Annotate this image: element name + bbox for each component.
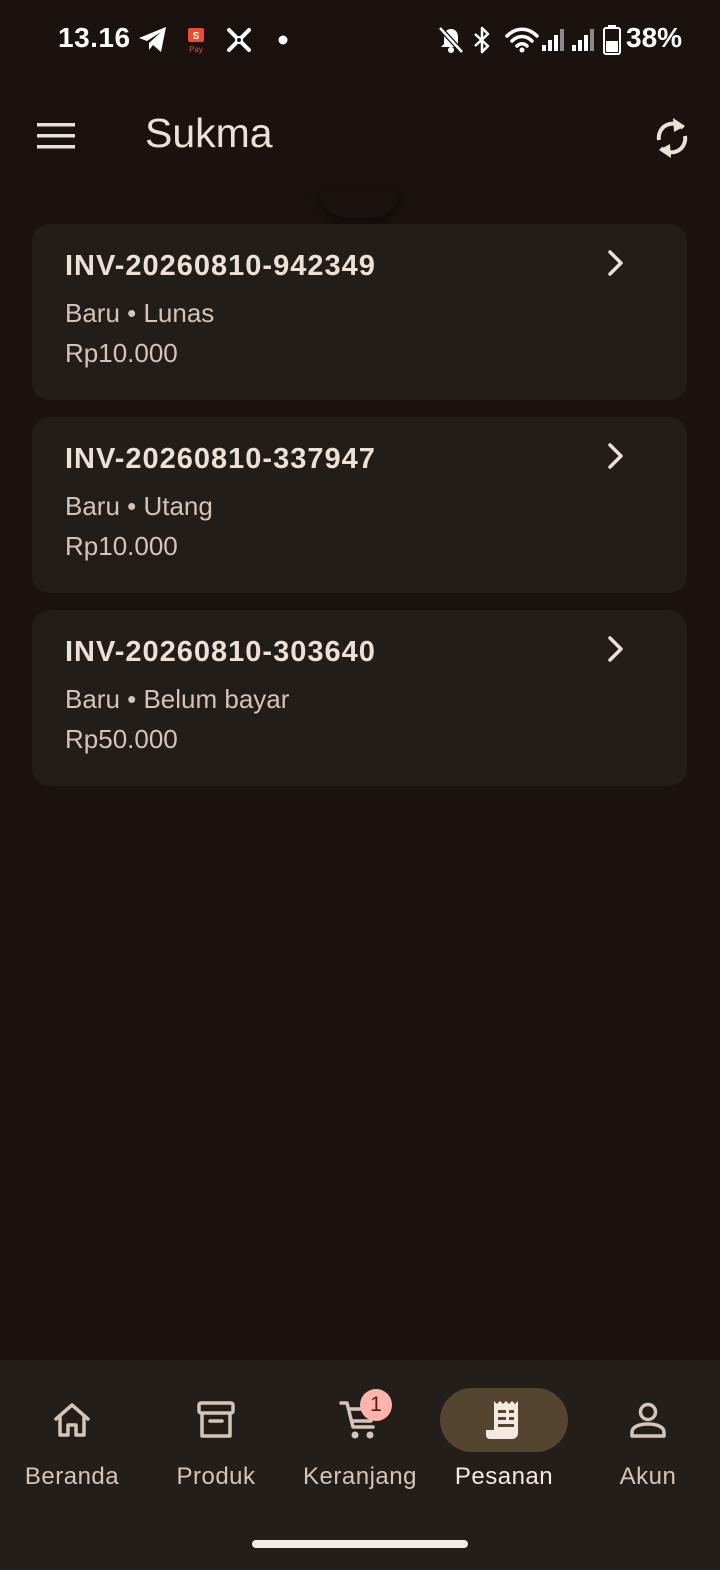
order-card[interactable]: INV-20260810-942349 Baru • Lunas Rp10.00… — [32, 224, 687, 400]
nav-icon-container — [584, 1388, 712, 1452]
svg-text:S: S — [193, 31, 200, 42]
archive-icon — [197, 1401, 235, 1438]
refresh-button[interactable] — [644, 110, 700, 166]
signal-icon — [572, 29, 594, 51]
nav-icon-container — [152, 1388, 280, 1452]
nav-label: Produk — [176, 1463, 256, 1490]
menu-icon — [37, 123, 75, 149]
home-icon — [54, 1403, 90, 1437]
order-card[interactable]: INV-20260810-337947 Baru • Utang Rp10.00… — [32, 417, 687, 593]
chevron-right-icon — [608, 636, 623, 662]
order-invoice-number: INV-20260810-942349 — [65, 250, 376, 282]
chevron-right-icon — [608, 250, 623, 276]
pull-refresh-indicator — [318, 188, 400, 218]
shopeepay-icon: S Pay — [188, 28, 204, 54]
nav-label: Pesanan — [454, 1463, 554, 1490]
status-time: 13.16 — [58, 22, 131, 53]
nav-item-keranjang[interactable]: Keranjang — [288, 1360, 432, 1510]
nav-item-pesanan[interactable]: Pesanan — [432, 1360, 576, 1510]
chevron-right-icon — [608, 443, 623, 469]
bluetooth-icon — [474, 26, 490, 54]
order-list: INV-20260810-942349 Baru • Lunas Rp10.00… — [32, 224, 687, 803]
order-card[interactable]: INV-20260810-303640 Baru • Belum bayar R… — [32, 610, 687, 786]
home-indicator[interactable] — [252, 1540, 468, 1548]
app-bar: Sukma — [0, 80, 720, 190]
nav-icon-container — [296, 1388, 424, 1452]
person-icon — [630, 1402, 666, 1438]
nav-label: Beranda — [24, 1463, 120, 1490]
order-amount: Rp10.000 — [65, 338, 178, 368]
nav-label: Akun — [619, 1463, 677, 1490]
battery-icon — [603, 25, 621, 55]
nav-label: Keranjang — [303, 1463, 417, 1490]
status-bar: 13.16 S Pay 38% — [0, 0, 720, 80]
receipt-icon — [486, 1401, 518, 1439]
telegram-icon — [139, 27, 166, 52]
order-amount: Rp50.000 — [65, 724, 178, 754]
nav-active-indicator — [440, 1388, 568, 1452]
battery-percentage: 38% — [626, 22, 683, 53]
order-status: Baru • Belum bayar — [65, 684, 290, 714]
dot-icon — [278, 35, 288, 45]
bell-off-icon — [438, 26, 464, 54]
order-invoice-number: INV-20260810-303640 — [65, 636, 376, 668]
nav-item-akun[interactable]: Akun — [576, 1360, 720, 1510]
page-title: Sukma — [145, 110, 273, 156]
nav-item-produk[interactable]: Produk — [144, 1360, 288, 1510]
refresh-icon — [656, 118, 688, 158]
nav-item-beranda[interactable]: Beranda — [0, 1360, 144, 1510]
svg-text:Pay: Pay — [189, 45, 203, 54]
menu-button[interactable] — [24, 108, 88, 164]
signal-icon — [542, 29, 564, 51]
wifi-icon — [505, 27, 539, 53]
order-invoice-number: INV-20260810-337947 — [65, 443, 376, 475]
cart-count-badge: 1 — [360, 1389, 392, 1421]
order-status: Baru • Lunas — [65, 298, 215, 328]
x-tool-icon — [227, 28, 251, 52]
bottom-navigation: Beranda Produk Keranjang Pesanan Akun — [0, 1360, 720, 1570]
order-amount: Rp10.000 — [65, 531, 178, 561]
nav-icon-container — [8, 1388, 136, 1452]
order-status: Baru • Utang — [65, 491, 213, 521]
